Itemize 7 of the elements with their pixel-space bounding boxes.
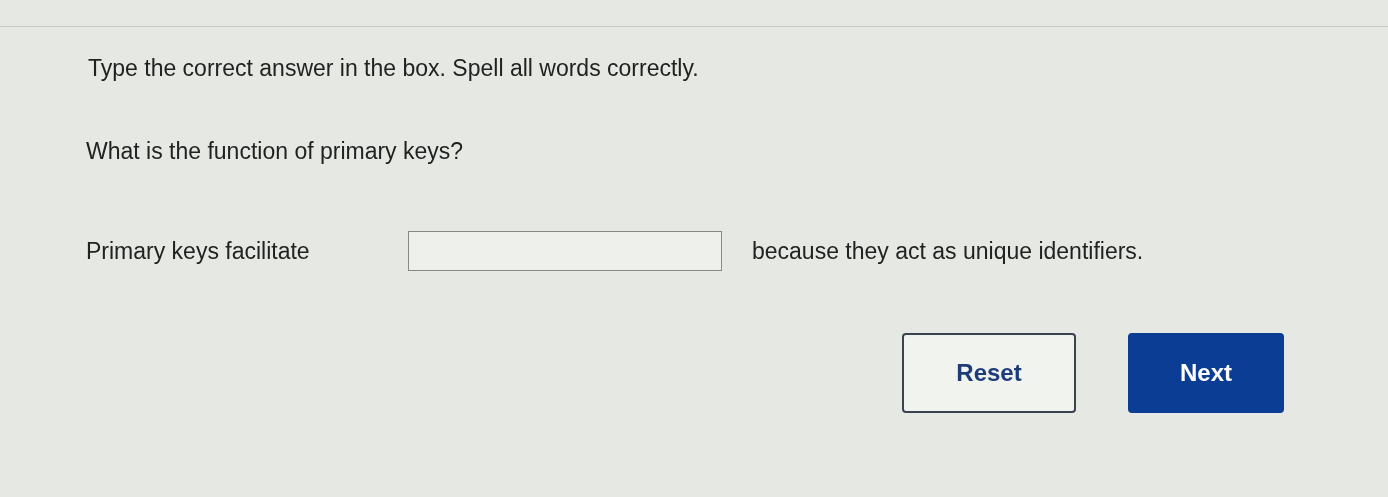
- sentence-text: because they act as unique identifiers.: [752, 237, 1144, 265]
- sentence-text: Primary keys facilitate: [86, 237, 311, 265]
- instruction-text: Type the correct answer in the box. Spell all words correctly.: [88, 55, 700, 82]
- answer-box[interactable]: [408, 231, 722, 271]
- next-button[interactable]: Next: [1128, 333, 1284, 413]
- reset-button[interactable]: Reset: [902, 333, 1076, 413]
- question-text: What is the function of primary keys?: [86, 138, 465, 165]
